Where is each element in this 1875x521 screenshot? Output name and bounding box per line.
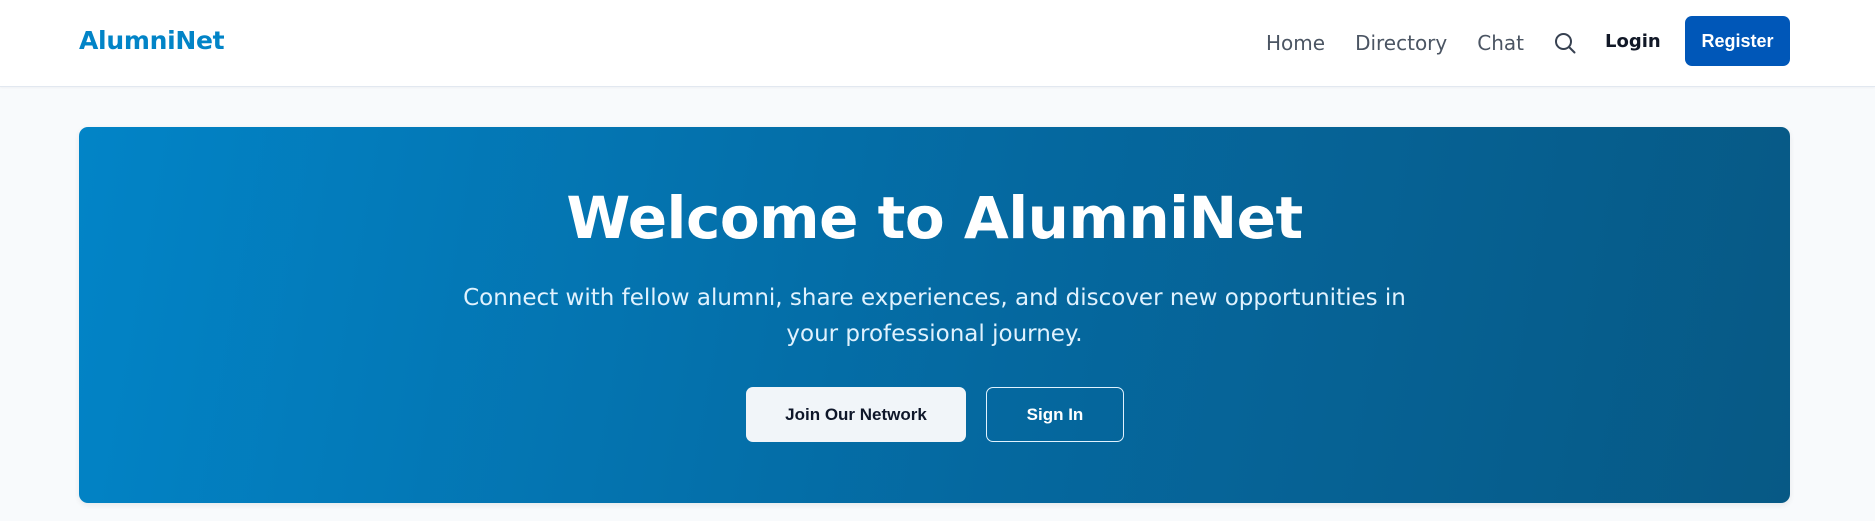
brand-logo[interactable]: AlumniNet [79,26,225,55]
login-link[interactable]: Login [1605,31,1661,52]
hero-title: Welcome to AlumniNet [566,184,1303,252]
hero-banner: Welcome to AlumniNet Connect with fellow… [79,127,1790,503]
main-nav: Home Directory Chat [1266,29,1579,57]
sign-in-button[interactable]: Sign In [986,387,1124,442]
hero-subtitle: Connect with fellow alumni, share experi… [463,285,1406,347]
top-navigation-bar: AlumniNet Home Directory Chat Login Regi… [0,0,1875,87]
nav-link-home[interactable]: Home [1266,30,1325,56]
register-button[interactable]: Register [1685,16,1790,66]
search-button[interactable] [1551,29,1579,57]
nav-link-chat[interactable]: Chat [1477,30,1524,56]
nav-link-directory[interactable]: Directory [1355,30,1447,56]
join-network-button[interactable]: Join Our Network [746,387,966,442]
search-icon [1555,33,1576,54]
